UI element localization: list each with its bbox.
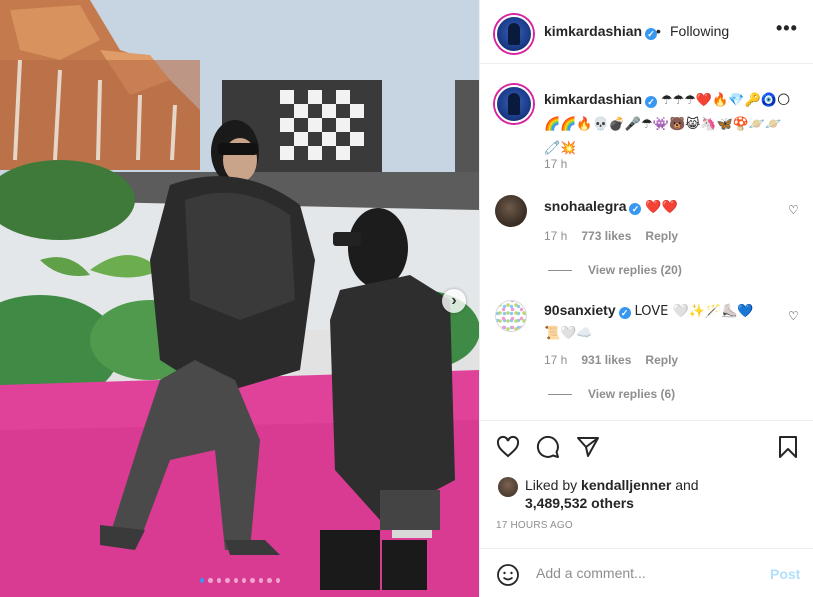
comment-avatar-90sanxiety[interactable] [495,300,527,332]
comment-username[interactable]: snohaalegra [544,198,626,214]
verified-icon: ✓ [618,307,631,319]
likes-prefix: Liked by [525,477,578,493]
carousel-dot [208,578,213,583]
verified-icon: ✓ [645,96,658,108]
comment-like-heart-icon[interactable]: ♡ [788,309,799,323]
instagram-post: › kimkardashian ✓ • Following ••• kimkard… [0,0,813,597]
caption-time: 17 h [544,157,568,171]
carousel-dot [225,578,230,583]
smile-icon[interactable] [496,563,520,587]
post-header: kimkardashian ✓ • Following ••• [480,0,813,64]
next-slide-button[interactable]: › [442,289,466,313]
bookmark-icon[interactable] [776,435,800,459]
heart-icon[interactable] [496,435,520,459]
caption-text: kimkardashian ✓ ☂☂☂❤️🔥💎🔑🧿🌕🌈🌈🔥💀💣🎤☂👾🐻😹🦄🦋🍄🪐🪐… [544,88,794,160]
view-replies-button[interactable]: View replies (6) [548,387,675,401]
post-side-panel: kimkardashian ✓ • Following ••• kimkardas… [479,0,813,597]
comment-meta: 17 h 931 likes Reply [544,353,692,367]
comment-username[interactable]: 90sanxiety [544,302,616,318]
likes-others[interactable]: 3,489,532 others [525,495,634,511]
carousel-dots [199,578,281,586]
carousel-dot [199,578,205,583]
author-avatar[interactable] [495,15,533,53]
comment-text: ❤️❤️ [645,200,678,215]
carousel-dot [258,578,264,583]
post-age: 17 HOURS AGO [496,520,573,531]
comment-avatar-snohaalegra[interactable] [495,195,527,227]
comment-meta: 17 h 773 likes Reply [544,229,692,243]
reply-button[interactable]: Reply [645,353,678,367]
liker-avatar[interactable] [498,477,518,497]
carousel-dot [250,578,255,583]
following-button[interactable]: Following [670,23,729,39]
author-username[interactable]: kimkardashian [544,23,642,39]
comment-likes[interactable]: 773 likes [581,229,631,243]
comment-90sanxiety: 90sanxiety ✓ LOVE 🤍✨🪄⛸️💙📜🤍☁️ [544,300,764,344]
liker-username[interactable]: kendalljenner [581,477,671,493]
carousel-dot [216,578,222,583]
add-comment-bar: Add a comment... Post [480,548,813,597]
post-comment-button[interactable]: Post [770,566,800,582]
more-options-icon[interactable]: ••• [776,18,798,39]
photo-scene [0,0,479,597]
view-replies-label: View replies (20) [588,263,682,277]
view-replies-label: View replies (6) [588,387,676,401]
carousel-dot [242,578,247,583]
carousel-dot [275,578,281,583]
share-icon[interactable] [576,435,600,459]
carousel-dot [267,578,272,583]
post-actions: Liked by kendalljenner and 3,489,532 oth… [480,420,813,545]
add-comment-input[interactable]: Add a comment... [536,565,756,581]
comment-time: 17 h [544,229,568,243]
verified-icon: ✓ [629,203,642,215]
header-separator: • [656,23,661,39]
likes-summary: Liked by kendalljenner and 3,489,532 oth… [525,476,755,512]
author-name-row: kimkardashian ✓ [544,23,658,40]
reply-button[interactable]: Reply [645,229,678,243]
comment-snohaalegra: snohaalegra ✓ ❤️❤️ [544,196,764,218]
comment-icon[interactable] [536,435,560,459]
carousel-dot [233,578,238,583]
post-photo[interactable]: › [0,0,479,597]
comment-time: 17 h [544,353,568,367]
comment-like-heart-icon[interactable]: ♡ [788,203,799,217]
likes-conj: and [675,477,699,493]
comment-likes[interactable]: 931 likes [581,353,631,367]
caption-avatar[interactable] [495,85,533,123]
caption-username[interactable]: kimkardashian [544,91,642,107]
view-replies-button[interactable]: View replies (20) [548,263,682,277]
